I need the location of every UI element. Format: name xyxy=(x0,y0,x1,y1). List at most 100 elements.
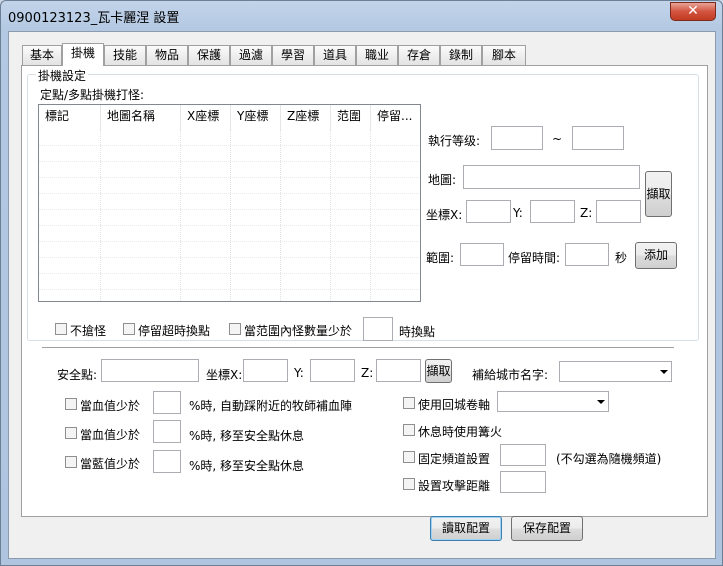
auto-hunt-panel: 掛機設定 定點/多點掛機打怪: 標記 地圖名稱 X座標 Y座標 Z座標 范圍 停… xyxy=(21,65,708,517)
no-steal-checkbox[interactable] xyxy=(55,323,67,335)
fixed-point-label: 定點/多點掛機打怪: xyxy=(40,88,145,102)
chevron-down-icon xyxy=(597,400,605,404)
attack-range-checkbox[interactable] xyxy=(403,478,415,490)
tab-record[interactable]: 錄制 xyxy=(440,45,482,65)
tab-tools[interactable]: 道具 xyxy=(314,45,356,65)
column-header-x[interactable]: X座標 xyxy=(181,105,231,129)
mp-safe-label: 當藍值少於 xyxy=(80,457,141,471)
exec-level-separator: ~ xyxy=(552,132,563,146)
column-divider[interactable] xyxy=(330,105,331,129)
stay-time-input[interactable] xyxy=(565,243,609,266)
tab-items[interactable]: 物品 xyxy=(146,45,188,65)
return-scroll-select[interactable] xyxy=(497,391,609,412)
group-title: 掛機設定 xyxy=(36,67,89,84)
range-input[interactable] xyxy=(460,243,504,266)
few-monsters-label: 當范圍內怪數量少於 xyxy=(244,324,353,338)
hp-safe-input[interactable] xyxy=(153,420,181,443)
stay-timeout-label: 停留超時換點 xyxy=(138,324,211,338)
supply-city-label: 補給城市名字: xyxy=(472,368,549,382)
fixed-channel-hint: (不勾選為隨機頻道) xyxy=(556,452,662,466)
fixed-channel-input[interactable] xyxy=(500,444,546,466)
stay-timeout-checkbox[interactable] xyxy=(123,323,135,335)
tab-learning[interactable]: 學習 xyxy=(272,45,314,65)
map-input[interactable] xyxy=(463,165,640,189)
close-button[interactable]: ✕ xyxy=(670,2,716,21)
column-header-stay[interactable]: 停留... xyxy=(371,105,421,129)
column-divider[interactable] xyxy=(280,105,281,129)
hp-priest-suffix: %時, 自動踩附近的牧師補血陣 xyxy=(189,399,353,413)
column-divider[interactable] xyxy=(180,105,181,129)
tab-profession[interactable]: 職业 xyxy=(356,45,398,65)
grid-line xyxy=(39,289,419,290)
grid-line xyxy=(39,209,419,210)
hp-priest-label: 當血值少於 xyxy=(80,399,141,413)
section-divider xyxy=(42,347,674,349)
tab-storage[interactable]: 存倉 xyxy=(398,45,440,65)
hp-safe-checkbox[interactable] xyxy=(65,427,77,439)
column-divider[interactable] xyxy=(100,105,101,129)
safe-coord-y-input[interactable] xyxy=(310,359,355,382)
tab-protection[interactable]: 保護 xyxy=(188,45,230,65)
map-fetch-button[interactable]: 擷取 xyxy=(645,171,672,217)
safe-coord-x-input[interactable] xyxy=(243,359,288,382)
title-bar[interactable]: 0900123123_瓦卡麗涅 設置 ✕ xyxy=(1,1,722,31)
attack-range-label: 設置攻擊距離 xyxy=(418,479,491,493)
few-monsters-input[interactable] xyxy=(363,317,393,341)
column-header-map[interactable]: 地圖名稱 xyxy=(101,105,181,129)
safe-point-input[interactable] xyxy=(101,359,199,382)
column-header-mark[interactable]: 標記 xyxy=(39,105,101,129)
tab-basic[interactable]: 基本 xyxy=(22,45,62,65)
mp-safe-checkbox[interactable] xyxy=(65,456,77,468)
tab-filter[interactable]: 過濾 xyxy=(230,45,272,65)
range-label: 範圍: xyxy=(426,251,455,265)
attack-range-input[interactable] xyxy=(500,471,546,493)
safe-coord-x-label: 坐標X: xyxy=(206,368,243,382)
tab-script[interactable]: 腳本 xyxy=(482,45,526,65)
safe-point-label: 安全點: xyxy=(57,368,98,382)
coord-z-input[interactable] xyxy=(596,200,641,223)
read-config-button[interactable]: 讀取配置 xyxy=(430,516,502,541)
grid-line xyxy=(100,129,101,301)
grid-line xyxy=(39,241,419,242)
hp-safe-suffix: %時, 移至安全點休息 xyxy=(189,429,305,443)
hp-priest-checkbox[interactable] xyxy=(65,398,77,410)
window-title: 0900123123_瓦卡麗涅 設置 xyxy=(8,11,180,26)
safe-coord-z-input[interactable] xyxy=(376,359,421,382)
mp-safe-suffix: %時, 移至安全點休息 xyxy=(189,459,305,473)
hp-priest-input[interactable] xyxy=(153,391,181,414)
grid-line xyxy=(39,225,419,226)
fixed-channel-label: 固定頻道設置 xyxy=(418,452,491,466)
coord-x-label: 坐標X: xyxy=(426,208,463,222)
add-button[interactable]: 添加 xyxy=(635,242,677,269)
column-divider[interactable] xyxy=(370,105,371,129)
column-header-range[interactable]: 范圍 xyxy=(331,105,371,129)
tab-auto-hunt[interactable]: 掛機 xyxy=(62,43,104,66)
coord-y-input[interactable] xyxy=(530,200,575,223)
column-header-z[interactable]: Z座標 xyxy=(281,105,331,129)
column-header-y[interactable]: Y座標 xyxy=(231,105,281,129)
client-area: 基本 掛機 技能 物品 保護 過濾 學習 道具 職业 存倉 錄制 腳本 掛機設定… xyxy=(8,31,716,559)
monster-table[interactable]: 標記 地圖名稱 X座標 Y座標 Z座標 范圍 停留... xyxy=(38,104,421,302)
switch-point-label: 時換點 xyxy=(399,325,436,339)
grid-line xyxy=(370,129,371,301)
grid-line xyxy=(39,145,419,146)
tab-skills[interactable]: 技能 xyxy=(104,45,146,65)
return-scroll-checkbox[interactable] xyxy=(403,397,415,409)
save-config-button[interactable]: 保存配置 xyxy=(511,516,583,541)
mp-safe-input[interactable] xyxy=(153,450,181,473)
coord-z-label: Z: xyxy=(580,206,593,220)
exec-level-max-input[interactable] xyxy=(572,126,624,150)
exec-level-min-input[interactable] xyxy=(491,126,543,150)
return-scroll-label: 使用回城卷軸 xyxy=(418,398,491,412)
settings-window: 0900123123_瓦卡麗涅 設置 ✕ 基本 掛機 技能 物品 保護 過濾 學… xyxy=(0,0,723,566)
grid-line xyxy=(330,129,331,301)
hp-safe-label: 當血值少於 xyxy=(80,428,141,442)
coord-x-input[interactable] xyxy=(466,200,511,223)
supply-city-select[interactable] xyxy=(559,361,672,382)
grid-line xyxy=(39,193,419,194)
column-divider[interactable] xyxy=(230,105,231,129)
safe-point-fetch-button[interactable]: 擷取 xyxy=(425,359,452,383)
campfire-checkbox[interactable] xyxy=(403,424,415,436)
few-monsters-checkbox[interactable] xyxy=(229,323,241,335)
fixed-channel-checkbox[interactable] xyxy=(403,451,415,463)
